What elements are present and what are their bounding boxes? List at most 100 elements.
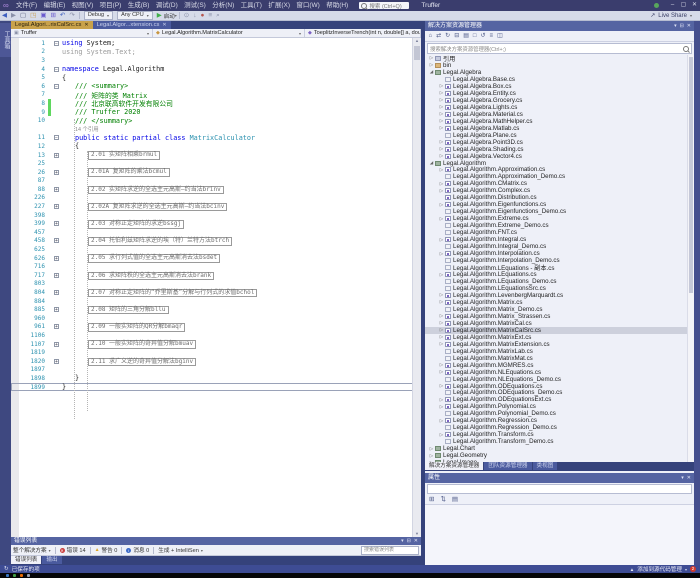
tree-item[interactable]: ▷Legal.Algebra.MathHelper.cs	[425, 118, 687, 125]
chevron-collapsed-icon[interactable]: ▷	[438, 188, 445, 194]
fold-marker-icon[interactable]: −	[54, 67, 59, 72]
chevron-collapsed-icon[interactable]: ▷	[438, 118, 445, 124]
tree-item[interactable]: ▷Legal.Algebra.Shading.cs	[425, 146, 687, 153]
menu-item[interactable]: 视图(V)	[68, 2, 96, 9]
chevron-collapsed-icon[interactable]: ▷	[428, 460, 435, 462]
maximize-button[interactable]: ▢	[678, 0, 689, 11]
tree-item[interactable]: ▷Legal.Algebra.Box.cs	[425, 83, 687, 90]
tree-item[interactable]: Legal.Algorithm.Matrix_Demo.cs	[425, 306, 687, 313]
document-tab[interactable]: Legal.Algor...xtension.cs✕	[93, 21, 171, 29]
close-icon[interactable]: ✕	[414, 537, 418, 545]
pin-icon[interactable]: ⊟	[407, 537, 411, 545]
alphabetical-icon[interactable]: ⇅	[438, 495, 447, 504]
show-all-files-icon[interactable]: □	[471, 32, 478, 41]
code-line[interactable]: 961+2.09 一般实矩阵的QR分解bmaqr	[11, 323, 421, 332]
start-options-caret-icon[interactable]: ▾	[175, 13, 177, 18]
solution-explorer-search-input[interactable]: 搜索解决方案资源管理器(Ctrl+;)	[427, 43, 692, 54]
tree-item[interactable]: ▷Legal.Algorithm.Transform.cs	[425, 431, 687, 438]
menu-item[interactable]: 扩展(X)	[265, 2, 293, 9]
publish-up-icon[interactable]: ▲	[630, 567, 634, 572]
live-share-button[interactable]: ↗ Live Share ▾	[650, 12, 692, 19]
build-intellisense-dropdown[interactable]: 生成 + IntelliSen▾	[158, 546, 203, 554]
categorized-icon[interactable]: ⊞	[427, 495, 436, 504]
code-line[interactable]: 3	[11, 56, 421, 65]
code-line[interactable]: 11−public static partial class MatrixCal…	[11, 134, 421, 143]
fold-marker-icon[interactable]: −	[54, 84, 59, 89]
switch-views-icon[interactable]: ⌂	[427, 32, 434, 41]
tree-item[interactable]: ▷Legal.Algorithm.Approximation.cs	[425, 167, 687, 174]
code-line[interactable]: 10/// </summary>	[11, 116, 421, 125]
code-line[interactable]: 9/// Truffer 2020	[11, 108, 421, 117]
window-position-caret-icon[interactable]: ▾	[401, 537, 404, 545]
chevron-collapsed-icon[interactable]: ▷	[438, 313, 445, 319]
tree-item[interactable]: ▷Legal.Algorithm.MatrixCalSrc.cs	[425, 327, 687, 334]
code-line[interactable]: 2using System.Text;	[11, 48, 421, 57]
tree-item[interactable]: ▷Legal.Algorithm.NLEquations.cs	[425, 369, 687, 376]
code-line[interactable]: 1898}	[11, 374, 421, 383]
close-icon[interactable]: ✕	[687, 21, 691, 31]
menu-item[interactable]: 帮助(H)	[323, 2, 351, 9]
tree-item[interactable]: ▷Legal.Algorithm.Interpolation.cs	[425, 250, 687, 257]
navigate-forward-icon[interactable]: ▶	[9, 12, 18, 19]
document-tab[interactable]: Legal.Algori...rixCalSrc.cs✕	[11, 21, 93, 29]
tree-item[interactable]: Legal.Algorithm.Regression_Demo.cs	[425, 424, 687, 431]
tree-item[interactable]: Legal.Algorithm.Integral_Demo.cs	[425, 243, 687, 250]
tree-vertical-scrollbar[interactable]	[687, 55, 694, 462]
menu-item[interactable]: 窗口(W)	[293, 2, 323, 9]
comment-icon[interactable]: ≡	[206, 12, 214, 19]
tree-item[interactable]: ▷Legal.Algorithm.Polynomial.cs	[425, 403, 687, 410]
collapse-all-icon[interactable]: ⊟	[453, 32, 461, 41]
taskbar-app-icon[interactable]	[6, 574, 9, 577]
tree-item[interactable]: ▷Legal.Algorithm.MatrixExt.cs	[425, 334, 687, 341]
chevron-collapsed-icon[interactable]: ▷	[438, 327, 445, 333]
navbar-type-dropdown[interactable]: ◆ Legal.Algorithm.MatrixCalculator▾	[153, 29, 305, 37]
feedback-icon[interactable]	[654, 3, 659, 8]
tree-item[interactable]: ▷Legal.Algorithm.LEquations.cs	[425, 271, 687, 278]
menu-item[interactable]: 测试(S)	[181, 2, 209, 9]
fold-marker-icon[interactable]: +	[54, 187, 59, 192]
chevron-collapsed-icon[interactable]: ▷	[438, 404, 445, 410]
preview-selected-icon[interactable]: ◫	[496, 32, 505, 41]
fold-marker-icon[interactable]: +	[54, 290, 59, 295]
tree-item[interactable]: Legal.Algorithm.Eigenfunctions_Demo.cs	[425, 208, 687, 215]
debug-target-dropdown[interactable]: Debug▾	[84, 11, 113, 20]
error-list-search-input[interactable]: 搜索错误列表	[361, 546, 419, 555]
window-position-caret-icon[interactable]: ▾	[674, 21, 677, 31]
panel-tab[interactable]: 输出	[42, 556, 61, 564]
code-line[interactable]: 1897	[11, 366, 421, 375]
step-over-icon[interactable]: ⊙	[182, 12, 191, 19]
menu-item[interactable]: 项目(P)	[96, 2, 124, 9]
tree-item[interactable]: ▷Legal.Algorithm.Eigenfunctions.cs	[425, 201, 687, 208]
chevron-collapsed-icon[interactable]: ▷	[438, 320, 445, 326]
chevron-collapsed-icon[interactable]: ▷	[438, 125, 445, 131]
minimize-button[interactable]: –	[667, 0, 678, 11]
toolbox-vertical-tab[interactable]: 工具箱	[0, 23, 11, 57]
panel-tab[interactable]: 错误列表	[11, 556, 41, 564]
save-icon[interactable]: ▣	[38, 12, 48, 19]
tree-item[interactable]: ▷Legal.Algorithm.Regression.cs	[425, 417, 687, 424]
chevron-collapsed-icon[interactable]: ▷	[438, 90, 445, 96]
fold-marker-icon[interactable]: +	[54, 324, 59, 329]
fold-marker-icon[interactable]: −	[54, 41, 59, 46]
chevron-collapsed-icon[interactable]: ▷	[438, 341, 445, 347]
code-editor[interactable]: 1−using System;2using System.Text;34−nam…	[11, 38, 421, 537]
tree-item[interactable]: Legal.Algorithm.FNT.cs	[425, 229, 687, 236]
menu-item[interactable]: 编辑(E)	[40, 2, 68, 9]
code-line[interactable]: 13+2.01 实矩阵相乘brmul	[11, 151, 421, 160]
tree-item[interactable]: Legal.Algorithm.LEquations_Demo.cs	[425, 278, 687, 285]
tree-item[interactable]: Legal.Algorithm.NLEquations_Demo.cs	[425, 376, 687, 383]
chevron-collapsed-icon[interactable]: ▷	[428, 446, 435, 452]
chevron-collapsed-icon[interactable]: ▷	[438, 292, 445, 298]
tree-item[interactable]: ▷Legal.Algorithm.Matrix.cs	[425, 299, 687, 306]
close-icon[interactable]: ✕	[162, 21, 166, 29]
taskbar-app-icon[interactable]	[27, 574, 30, 577]
refresh-icon[interactable]: ↺	[479, 32, 487, 41]
tree-item[interactable]: ▷Legal.Algebra.Point3D.cs	[425, 139, 687, 146]
navbar-project-dropdown[interactable]: ▣ Truffer▾	[11, 29, 153, 37]
chevron-collapsed-icon[interactable]: ▷	[438, 146, 445, 152]
code-line[interactable]: 26+2.01A 复矩阵的乘法bcmul	[11, 168, 421, 177]
tree-item[interactable]: Legal.Algorithm.Extreme_Demo.cs	[425, 222, 687, 229]
find-icon[interactable]: ⌕	[214, 12, 222, 19]
panel-tab[interactable]: 类视图	[533, 462, 558, 470]
code-line[interactable]: 1107+2.10 一般实矩阵的奇异值分解bmuav	[11, 340, 421, 349]
